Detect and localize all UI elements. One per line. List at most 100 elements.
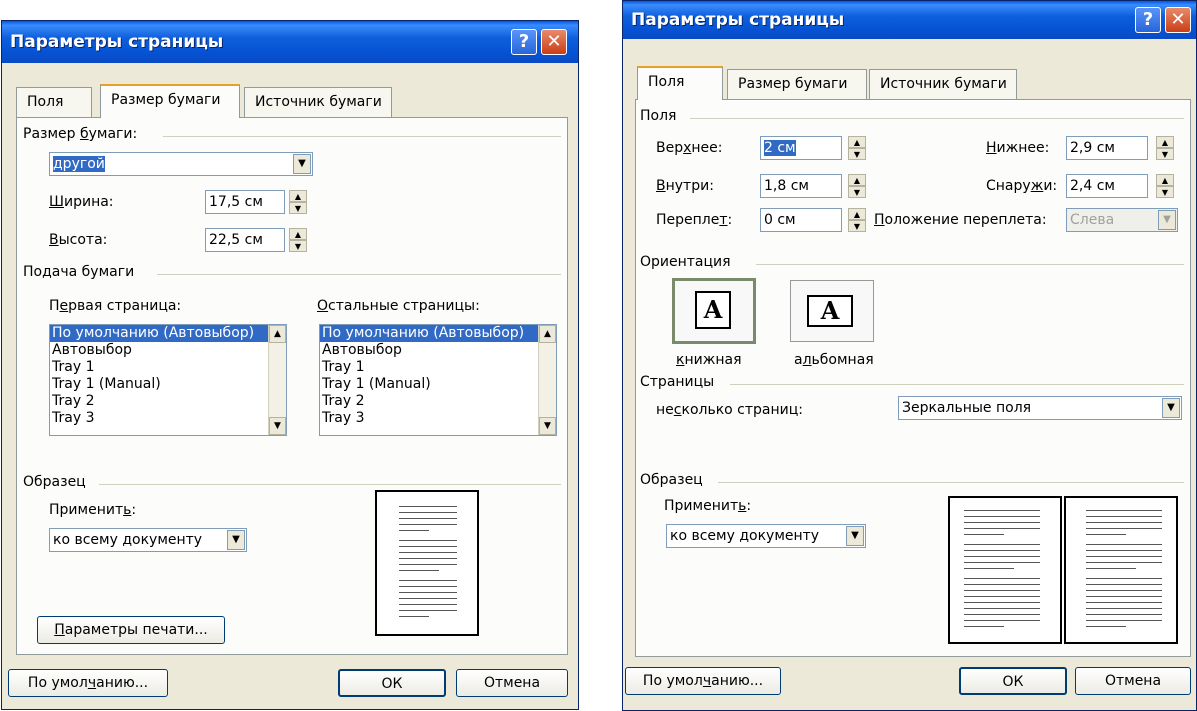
- paper-size-combo[interactable]: другой ▼: [49, 152, 313, 176]
- spin-up-icon[interactable]: ▲: [848, 136, 866, 148]
- title-bar: Параметры страницы: [2, 21, 578, 63]
- width-spinner[interactable]: ▲ ▼: [289, 190, 307, 214]
- preview-line: [1086, 528, 1162, 529]
- spin-down-icon[interactable]: ▼: [1156, 148, 1174, 160]
- preview-line: [399, 512, 457, 513]
- first-page-list[interactable]: По умолчанию (Автовыбор) Автовыбор Tray …: [49, 324, 287, 436]
- spin-down-icon[interactable]: ▼: [1156, 186, 1174, 198]
- scroll-down-icon[interactable]: ▼: [269, 417, 286, 435]
- tab-paper-source[interactable]: Источник бумаги: [244, 87, 392, 117]
- preview-line: [1086, 556, 1162, 557]
- preview-line: [1086, 510, 1162, 511]
- preview-line: [964, 510, 1040, 511]
- scrollbar[interactable]: ▲ ▼: [538, 325, 556, 435]
- close-button[interactable]: ✕: [541, 29, 567, 55]
- spin-down-icon[interactable]: ▼: [848, 220, 866, 232]
- print-options-button[interactable]: Параметры печати...: [37, 616, 225, 644]
- bottom-margin-spinner[interactable]: ▲ ▼: [1156, 136, 1174, 160]
- width-label: Ширина:: [49, 194, 114, 210]
- chevron-down-icon[interactable]: ▼: [293, 154, 311, 174]
- cancel-button[interactable]: Отмена: [456, 669, 568, 697]
- paper-feed-group-label: Подача бумаги: [23, 264, 135, 280]
- tab-panel: Поля Верхнее: 2 см ▲ ▼ Нижнее: 2,9 см ▲ ▼ …: [635, 99, 1191, 657]
- scroll-up-icon[interactable]: ▲: [269, 325, 286, 343]
- tab-paper-size[interactable]: Размер бумаги: [727, 69, 867, 99]
- scroll-down-icon[interactable]: ▼: [539, 417, 556, 435]
- inside-margin-input[interactable]: 1,8 см: [760, 174, 842, 198]
- apply-label: Применить:: [49, 502, 137, 518]
- help-button[interactable]: ?: [511, 29, 537, 55]
- close-button[interactable]: ✕: [1165, 7, 1191, 33]
- inside-margin-spinner[interactable]: ▲ ▼: [848, 174, 866, 198]
- spin-up-icon[interactable]: ▲: [1156, 136, 1174, 148]
- list-item[interactable]: Tray 2: [50, 393, 286, 410]
- scrollbar[interactable]: ▲ ▼: [268, 325, 286, 435]
- chevron-down-icon[interactable]: ▼: [846, 526, 864, 546]
- chevron-down-icon[interactable]: ▼: [227, 530, 245, 550]
- group-divider: [718, 482, 1184, 483]
- preview-line: [399, 598, 457, 599]
- gutter-input[interactable]: 0 см: [760, 208, 842, 232]
- top-margin-spinner[interactable]: ▲ ▼: [848, 136, 866, 160]
- spin-down-icon[interactable]: ▼: [289, 240, 307, 252]
- default-button[interactable]: По умолчанию...: [8, 669, 168, 697]
- apply-to-combo[interactable]: ко всему документу ▼: [49, 528, 247, 552]
- spin-up-icon[interactable]: ▲: [848, 208, 866, 220]
- landscape-option[interactable]: A: [790, 280, 874, 342]
- top-margin-label: Верхнее:: [656, 140, 723, 156]
- preview-line: [1086, 522, 1162, 523]
- spin-up-icon[interactable]: ▲: [289, 190, 307, 202]
- cancel-button[interactable]: Отмена: [1075, 667, 1191, 695]
- paper-size-group-label: Размер бумаги:: [23, 126, 138, 142]
- help-button[interactable]: ?: [1135, 7, 1161, 33]
- width-input[interactable]: 17,5 см: [205, 190, 285, 214]
- top-margin-input[interactable]: 2 см: [760, 136, 842, 160]
- default-button[interactable]: По умолчанию...: [625, 667, 781, 695]
- outside-margin-input[interactable]: 2,4 см: [1066, 174, 1148, 198]
- portrait-option[interactable]: A: [672, 278, 756, 344]
- tab-panel: Размер бумаги: другой ▼ Ширина: 17,5 см …: [16, 117, 568, 655]
- ok-button[interactable]: ОК: [959, 667, 1067, 695]
- list-item[interactable]: По умолчанию (Автовыбор): [50, 325, 286, 342]
- list-item[interactable]: Tray 3: [50, 410, 286, 427]
- height-input[interactable]: 22,5 см: [205, 228, 285, 252]
- preview-line: [399, 552, 457, 553]
- tab-margins[interactable]: Поля: [637, 66, 723, 100]
- other-pages-list[interactable]: По умолчанию (Автовыбор) Автовыбор Tray …: [319, 324, 557, 436]
- spin-up-icon[interactable]: ▲: [1156, 174, 1174, 186]
- chevron-down-icon[interactable]: ▼: [1158, 210, 1176, 230]
- list-item[interactable]: Tray 1: [320, 359, 556, 376]
- list-item[interactable]: Автовыбор: [320, 342, 556, 359]
- ok-button[interactable]: ОК: [338, 669, 446, 697]
- list-item[interactable]: Автовыбор: [50, 342, 286, 359]
- apply-label: Применить:: [664, 498, 752, 514]
- gutter-spinner[interactable]: ▲ ▼: [848, 208, 866, 232]
- scroll-up-icon[interactable]: ▲: [539, 325, 556, 343]
- height-spinner[interactable]: ▲ ▼: [289, 228, 307, 252]
- tab-paper-source[interactable]: Источник бумаги: [869, 69, 1017, 99]
- chevron-down-icon[interactable]: ▼: [1162, 398, 1180, 418]
- apply-to-combo[interactable]: ко всему документу ▼: [666, 524, 866, 548]
- multiple-pages-combo[interactable]: Зеркальные поля ▼: [898, 396, 1182, 420]
- list-item[interactable]: Tray 1 (Manual): [320, 376, 556, 393]
- spin-down-icon[interactable]: ▼: [848, 186, 866, 198]
- list-item[interactable]: Tray 2: [320, 393, 556, 410]
- spin-up-icon[interactable]: ▲: [848, 174, 866, 186]
- list-item[interactable]: Tray 1: [50, 359, 286, 376]
- list-item[interactable]: Tray 1 (Manual): [50, 376, 286, 393]
- tab-paper-size[interactable]: Размер бумаги: [100, 84, 240, 118]
- page-setup-dialog-right: Параметры страницы ? ✕ Поля Размер бумаг…: [622, 0, 1197, 711]
- tab-margins[interactable]: Поля: [16, 87, 92, 117]
- bottom-margin-input[interactable]: 2,9 см: [1066, 136, 1148, 160]
- preview-line: [1086, 516, 1162, 517]
- outside-margin-spinner[interactable]: ▲ ▼: [1156, 174, 1174, 198]
- spin-up-icon[interactable]: ▲: [289, 228, 307, 240]
- list-item[interactable]: Tray 3: [320, 410, 556, 427]
- gutter-position-combo[interactable]: Слева ▼: [1066, 208, 1178, 232]
- list-item[interactable]: По умолчанию (Автовыбор): [320, 325, 556, 342]
- spin-down-icon[interactable]: ▼: [289, 202, 307, 214]
- preview-line: [399, 524, 457, 525]
- group-divider: [730, 384, 1184, 385]
- spin-down-icon[interactable]: ▼: [848, 148, 866, 160]
- group-divider: [157, 274, 561, 275]
